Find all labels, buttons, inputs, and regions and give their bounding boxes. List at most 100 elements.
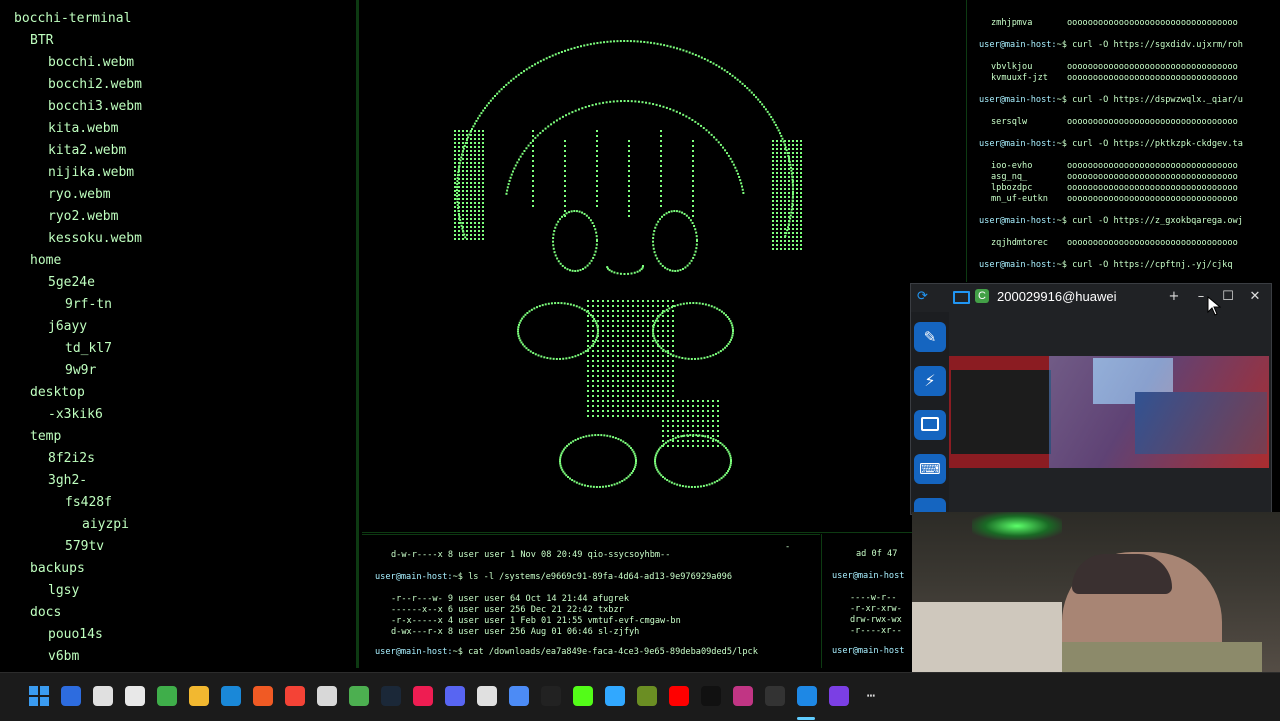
keyboard-button[interactable]: ⌨ bbox=[914, 454, 946, 484]
app-icon[interactable] bbox=[285, 686, 305, 706]
ascii-body bbox=[612, 405, 614, 407]
ascii-headphone-left bbox=[470, 130, 472, 132]
instagram-icon[interactable] bbox=[733, 686, 753, 706]
ascii-headphone-left bbox=[482, 186, 484, 188]
tree-item[interactable]: docs bbox=[30, 605, 61, 621]
ascii-hair-outline bbox=[557, 52, 560, 55]
tree-item[interactable]: backups bbox=[30, 561, 85, 577]
ascii-headphone-right bbox=[788, 244, 790, 246]
more-tools-button[interactable] bbox=[914, 498, 946, 512]
ascii-body bbox=[652, 365, 654, 367]
tree-item[interactable]: 579tv bbox=[65, 539, 104, 555]
tree-item[interactable]: kita.webm bbox=[48, 121, 118, 137]
windows-start-icon[interactable] bbox=[29, 686, 49, 706]
app-icon[interactable] bbox=[125, 686, 145, 706]
app-icon[interactable] bbox=[61, 686, 81, 706]
tree-item[interactable]: 9w9r bbox=[65, 363, 96, 379]
tree-item[interactable]: lgsy bbox=[48, 583, 79, 599]
tree-item[interactable]: 9rf-tn bbox=[65, 297, 112, 313]
ascii-body bbox=[637, 310, 639, 312]
quick-action-button[interactable]: ⚡ bbox=[914, 366, 946, 396]
ascii-body bbox=[652, 310, 654, 312]
tree-item[interactable]: temp bbox=[30, 429, 61, 445]
ascii-headphone-right bbox=[772, 144, 774, 146]
ascii-body bbox=[602, 405, 604, 407]
ascii-body bbox=[637, 370, 639, 372]
ascii-headphone-left bbox=[470, 190, 472, 192]
tree-item[interactable]: bocchi2.webm bbox=[48, 77, 142, 93]
more-icon[interactable]: ⋯ bbox=[861, 686, 881, 706]
remote-desktop-icon[interactable] bbox=[797, 686, 817, 706]
tree-item[interactable]: nijika.webm bbox=[48, 165, 134, 181]
ascii-hair-strand bbox=[564, 205, 566, 207]
tree-item[interactable]: ryo.webm bbox=[48, 187, 111, 203]
ascii-headphone-right bbox=[772, 152, 774, 154]
tree-item[interactable]: desktop bbox=[30, 385, 85, 401]
kick-icon[interactable] bbox=[573, 686, 593, 706]
file-explorer-icon[interactable] bbox=[189, 686, 209, 706]
tree-item[interactable]: j6ayy bbox=[48, 319, 87, 335]
ascii-body bbox=[632, 350, 634, 352]
tree-item[interactable]: BTR bbox=[30, 33, 53, 49]
tree-item[interactable]: v6bm bbox=[48, 649, 79, 665]
youtube-icon[interactable] bbox=[669, 686, 689, 706]
ascii-headphone-right bbox=[792, 196, 794, 198]
ascii-leg bbox=[702, 435, 704, 437]
tiktok-icon[interactable] bbox=[701, 686, 721, 706]
minecraft-icon[interactable] bbox=[349, 686, 369, 706]
pin-button[interactable]: ✎ bbox=[914, 322, 946, 352]
tree-item[interactable]: fs428f bbox=[65, 495, 112, 511]
tree-item[interactable]: ryo2.webm bbox=[48, 209, 118, 225]
tree-root[interactable]: bocchi-terminal bbox=[14, 11, 131, 27]
tree-item[interactable]: td_kl7 bbox=[65, 341, 112, 357]
remote-desktop-window[interactable]: ⟳ C 200029916@huawei + – ☐ ✕ ✎ ⚡ ⌨ bbox=[910, 283, 1272, 515]
ascii-foot bbox=[625, 477, 628, 480]
remote-desktop-view[interactable] bbox=[949, 356, 1269, 468]
tree-item[interactable]: 5ge24e bbox=[48, 275, 95, 291]
tree-item[interactable]: bocchi.webm bbox=[48, 55, 134, 71]
ascii-leg bbox=[697, 405, 699, 407]
refresh-icon[interactable]: ⟳ bbox=[917, 288, 928, 304]
photoshop-icon[interactable] bbox=[605, 686, 625, 706]
tree-item[interactable]: bocchi3.webm bbox=[48, 99, 142, 115]
ascii-headphone-left bbox=[482, 146, 484, 148]
new-tab-button[interactable]: + bbox=[1163, 288, 1185, 306]
ascii-body bbox=[592, 390, 594, 392]
brave-icon[interactable] bbox=[253, 686, 273, 706]
minecraft-icon[interactable] bbox=[637, 686, 657, 706]
tree-item[interactable]: 3gh2- bbox=[48, 473, 87, 489]
edge-icon[interactable] bbox=[221, 686, 241, 706]
tiktok-icon[interactable] bbox=[413, 686, 433, 706]
settings-icon[interactable] bbox=[477, 686, 497, 706]
app-icon[interactable] bbox=[829, 686, 849, 706]
ascii-foot bbox=[617, 438, 620, 441]
tree-item[interactable]: -x3kik6 bbox=[48, 407, 103, 423]
app-icon[interactable] bbox=[541, 686, 561, 706]
tree-item[interactable]: 8f2i2s bbox=[48, 451, 95, 467]
ascii-foot bbox=[575, 481, 578, 484]
ascii-body bbox=[657, 320, 659, 322]
chatgpt-icon[interactable] bbox=[317, 686, 337, 706]
ascii-eye bbox=[652, 247, 655, 250]
obs-icon[interactable] bbox=[93, 686, 113, 706]
display-button[interactable] bbox=[914, 410, 946, 440]
tree-item[interactable]: home bbox=[30, 253, 61, 269]
ascii-headphone-right bbox=[784, 228, 786, 230]
tree-item[interactable]: kita2.webm bbox=[48, 143, 126, 159]
ascii-body bbox=[647, 300, 649, 302]
tree-item[interactable]: pouo14s bbox=[48, 627, 103, 643]
gemini-icon[interactable] bbox=[509, 686, 529, 706]
ascii-foot bbox=[678, 484, 681, 487]
discord-icon[interactable] bbox=[445, 686, 465, 706]
tree-item[interactable]: kessoku.webm bbox=[48, 231, 142, 247]
close-button[interactable]: ✕ bbox=[1244, 288, 1266, 306]
calculator-icon[interactable] bbox=[157, 686, 177, 706]
ascii-headphone-right bbox=[788, 224, 790, 226]
ascii-headphone-left bbox=[462, 134, 464, 136]
ascii-body bbox=[587, 370, 589, 372]
ascii-hair-outline bbox=[462, 147, 465, 150]
tree-item[interactable]: aiyzpi bbox=[82, 517, 129, 533]
steam-icon[interactable] bbox=[381, 686, 401, 706]
epic-games-icon[interactable] bbox=[765, 686, 785, 706]
ascii-foot bbox=[561, 468, 564, 471]
